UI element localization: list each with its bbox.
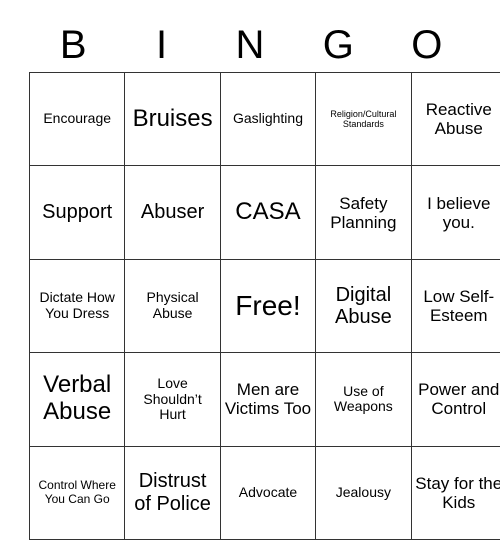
bingo-cell[interactable]: Gaslighting <box>219 71 317 167</box>
bingo-cell[interactable]: Encourage <box>28 71 126 167</box>
bingo-grid: Encourage Bruises Gaslighting Religion/C… <box>28 71 500 540</box>
bingo-cell[interactable]: Men are Victims Too <box>219 352 317 447</box>
bingo-header-letter-g: G <box>322 23 354 67</box>
bingo-header-row: B I N G O <box>29 18 471 72</box>
bingo-cell[interactable]: Love Shouldn’t Hurt <box>124 352 221 447</box>
bingo-header-letter-o: O <box>411 23 443 67</box>
bingo-cell[interactable]: Stay for the Kids <box>410 445 500 540</box>
bingo-cell[interactable]: Power and Control <box>410 352 500 447</box>
bingo-card: B I N G O Encourage Bruises Gaslighting … <box>28 18 500 540</box>
bingo-header-letter-b: B <box>59 23 87 67</box>
bingo-cell[interactable]: Bruises <box>124 71 221 167</box>
bingo-cell[interactable]: Religion/Cultural Standards <box>315 71 412 167</box>
bingo-cell[interactable]: Dictate How You Dress <box>28 258 126 354</box>
bingo-cell[interactable]: I believe you. <box>410 165 500 260</box>
bingo-cell[interactable]: Control Where You Can Go <box>28 445 126 540</box>
bingo-cell[interactable]: Low Self-Esteem <box>410 258 500 354</box>
bingo-row: Verbal Abuse Love Shouldn’t Hurt Men are… <box>28 352 500 447</box>
bingo-cell[interactable]: Use of Weapons <box>315 352 412 447</box>
bingo-cell[interactable]: Safety Planning <box>315 165 412 260</box>
bingo-row: Dictate How You Dress Physical Abuse Fre… <box>28 258 500 354</box>
bingo-header-letter-n: N <box>235 23 265 67</box>
bingo-row: Control Where You Can Go Distrust of Pol… <box>28 445 500 540</box>
bingo-cell[interactable]: Advocate <box>219 445 317 540</box>
bingo-cell[interactable]: Support <box>28 165 126 260</box>
bingo-cell[interactable]: Jealousy <box>315 445 412 540</box>
bingo-cell[interactable]: Abuser <box>124 165 221 260</box>
bingo-row: Encourage Bruises Gaslighting Religion/C… <box>28 71 500 167</box>
bingo-cell[interactable]: Verbal Abuse <box>28 352 126 447</box>
bingo-cell[interactable]: Physical Abuse <box>124 258 221 354</box>
bingo-cell[interactable]: Distrust of Police <box>124 445 221 540</box>
bingo-cell-free[interactable]: Free! <box>219 258 317 354</box>
bingo-header-letter-i: I <box>156 23 168 67</box>
bingo-cell[interactable]: Digital Abuse <box>315 258 412 354</box>
bingo-row: Support Abuser CASA Safety Planning I be… <box>28 165 500 260</box>
bingo-cell[interactable]: Reactive Abuse <box>410 71 500 167</box>
bingo-cell[interactable]: CASA <box>219 165 317 260</box>
